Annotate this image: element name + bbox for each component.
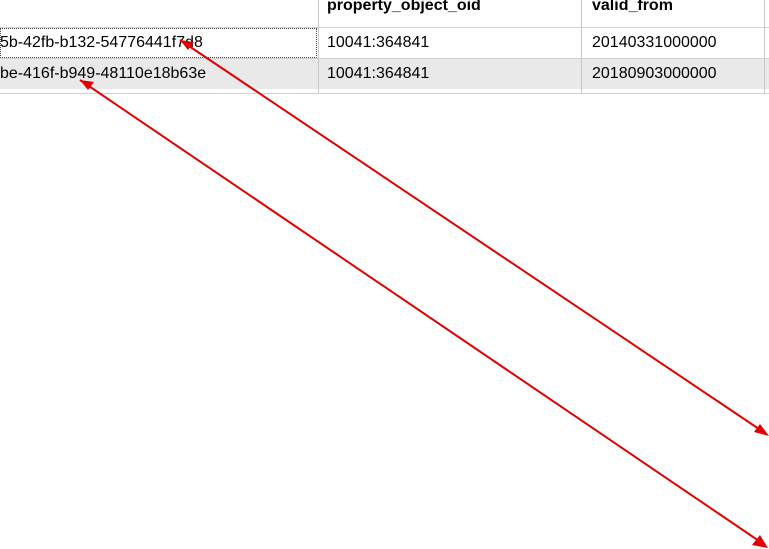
table-cell-valid-from[interactable]: 20180903000000: [582, 59, 764, 89]
table-cell-property-object-oid[interactable]: 10041:364841: [319, 28, 581, 58]
column-divider: [318, 0, 319, 94]
table-row[interactable]: 5b-42fb-b132-54776441f7d8 10041:364841 2…: [0, 28, 769, 58]
table-cell-oid[interactable]: be-416f-b949-48110e18b63e: [0, 59, 318, 89]
annotation-arrowhead-icon: [752, 535, 768, 548]
annotation-arrow-2-line: [79, 79, 763, 544]
column-header-property-object-oid[interactable]: property_object_oid: [327, 0, 481, 18]
column-divider: [581, 0, 582, 94]
grid-header: property_object_oid valid_from: [0, 0, 769, 20]
annotation-arrow-1-line: [179, 39, 763, 432]
table-cell-oid[interactable]: 5b-42fb-b132-54776441f7d8: [0, 28, 318, 58]
column-divider: [764, 0, 765, 94]
table-row[interactable]: be-416f-b949-48110e18b63e 10041:364841 2…: [0, 59, 769, 89]
annotation-arrowhead-icon: [754, 424, 769, 436]
grid-line: [0, 93, 769, 94]
table-cell-property-object-oid[interactable]: 10041:364841: [319, 59, 581, 89]
column-header-valid-from[interactable]: valid_from: [592, 0, 673, 18]
table-cell-valid-from[interactable]: 20140331000000: [582, 28, 764, 58]
